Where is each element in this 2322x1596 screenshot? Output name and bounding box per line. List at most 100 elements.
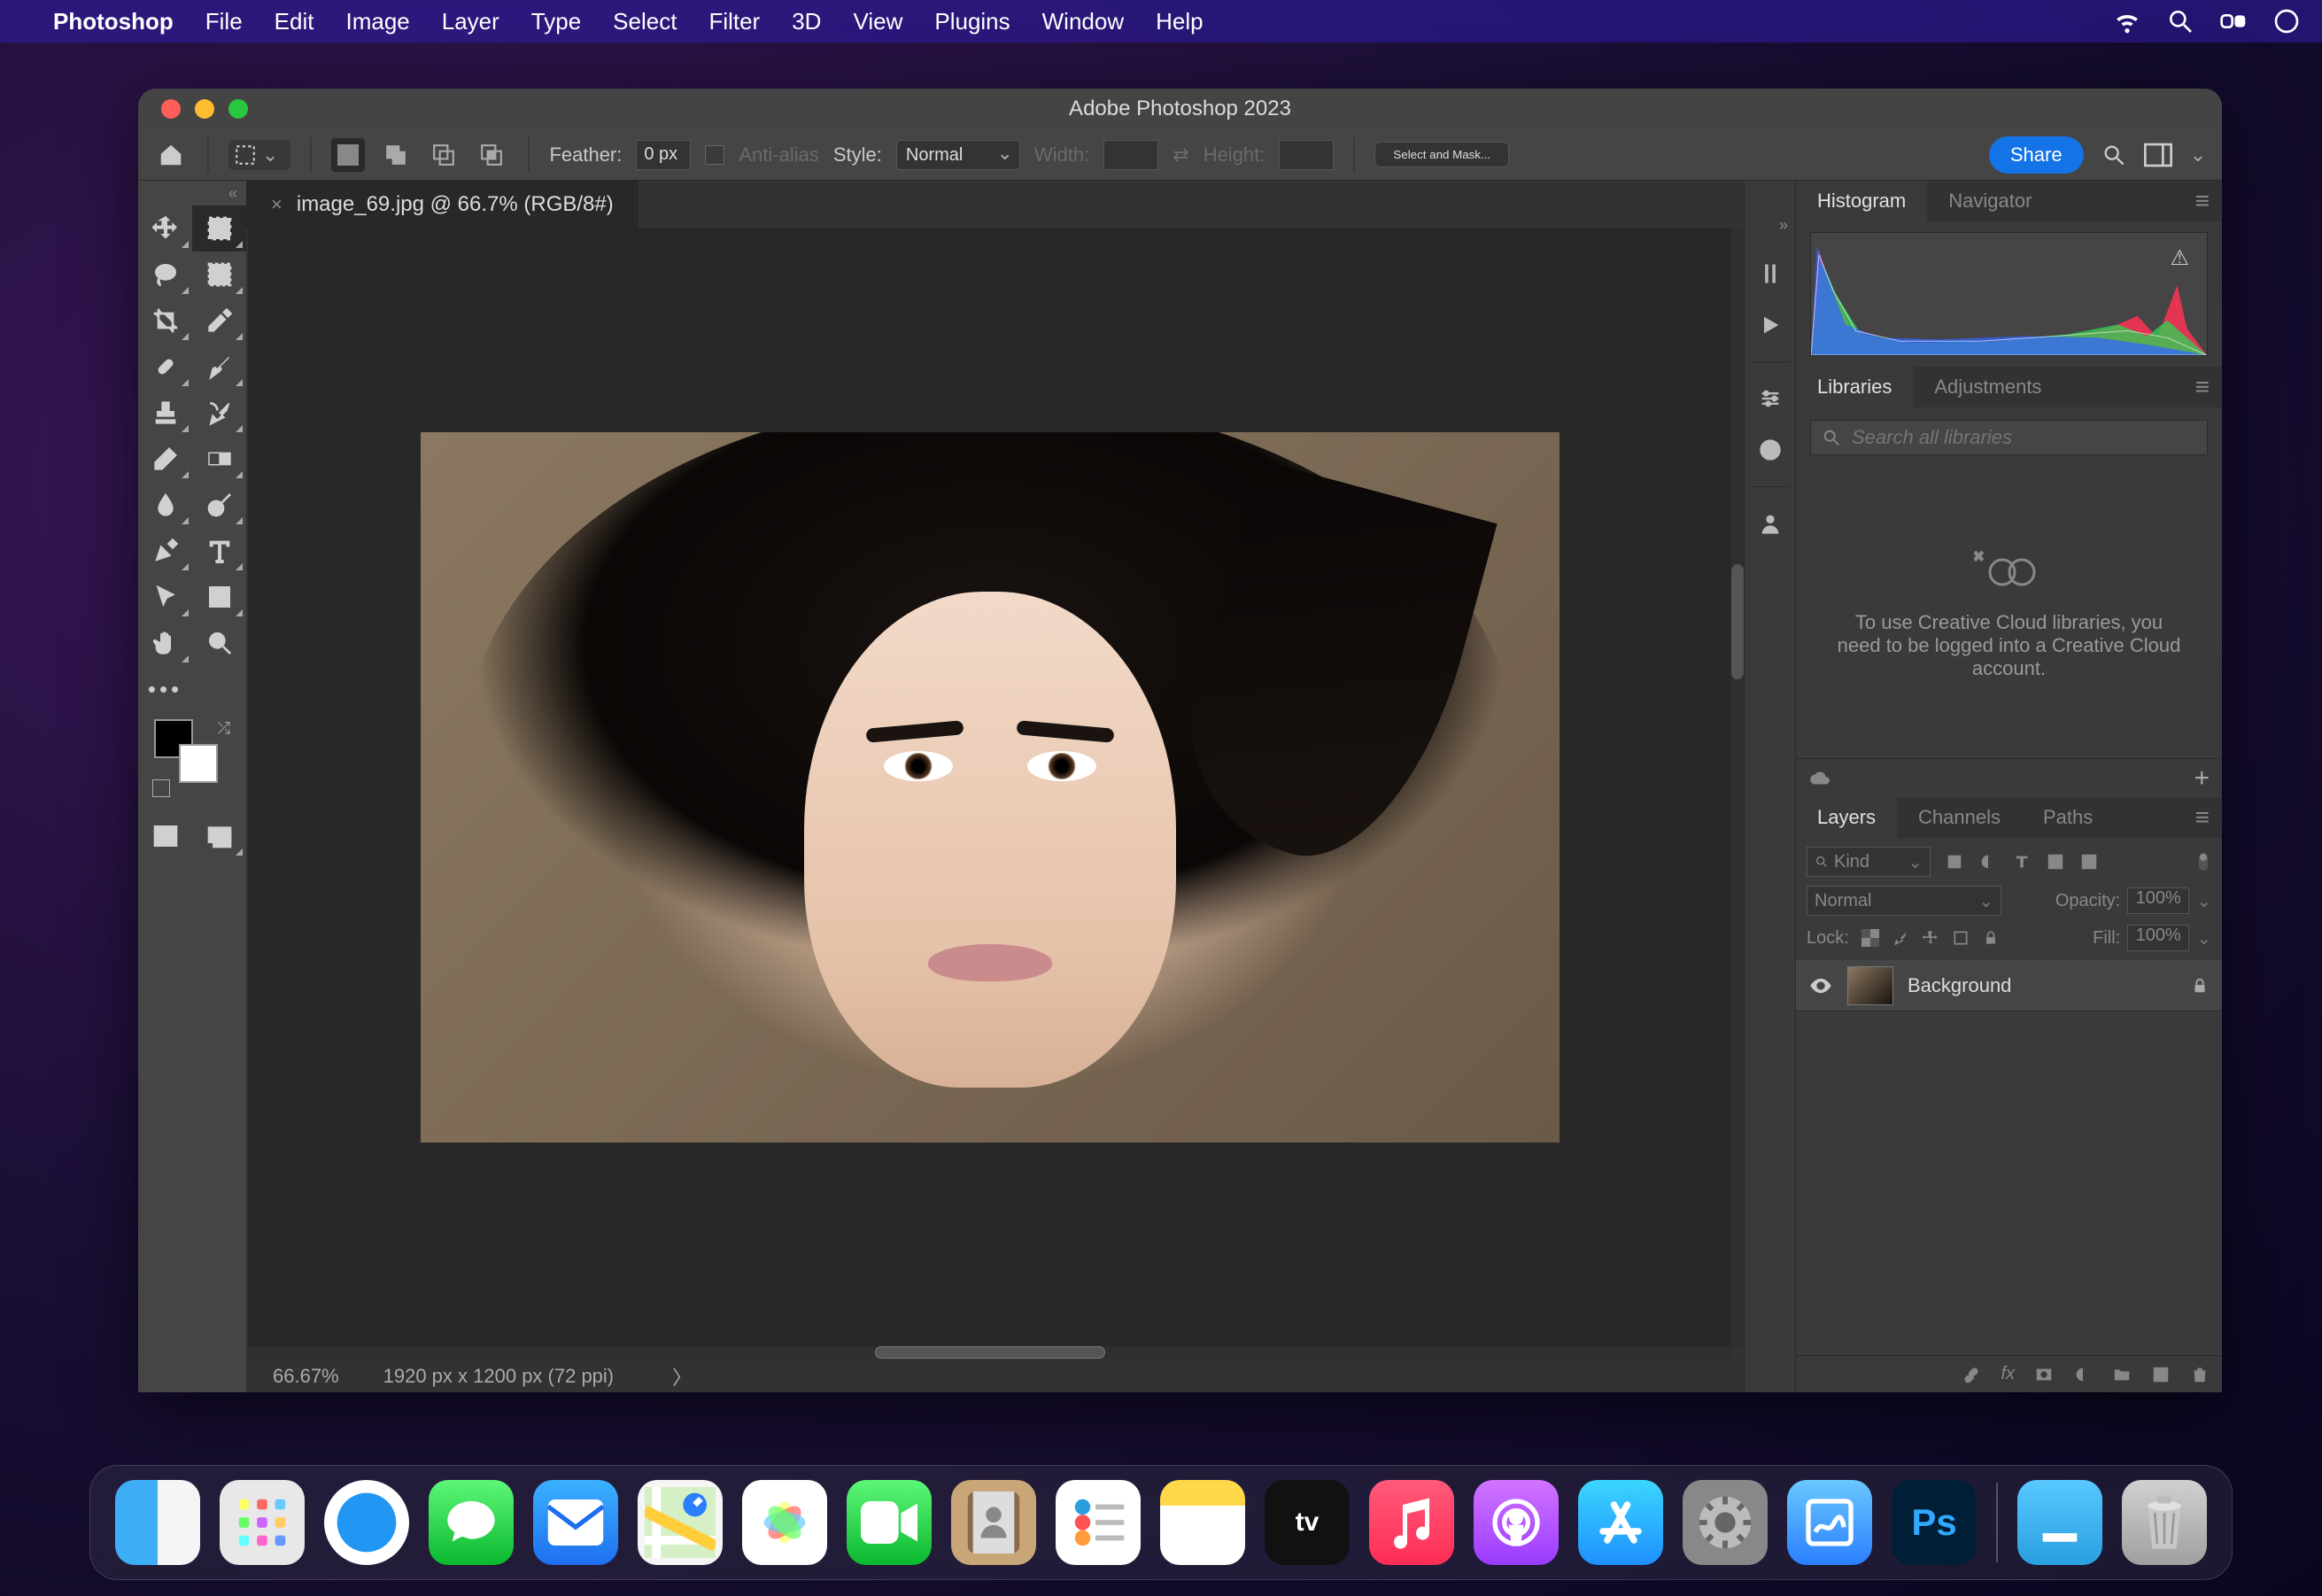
wifi-icon[interactable]: [2113, 7, 2141, 35]
crop-tool[interactable]: [138, 298, 192, 344]
shape-tool[interactable]: [192, 574, 246, 620]
menu-3d[interactable]: 3D: [792, 8, 821, 35]
properties-panel-icon[interactable]: [1755, 384, 1785, 414]
close-window-button[interactable]: [161, 99, 181, 119]
filter-type-icon[interactable]: [2012, 852, 2032, 872]
eyedropper-tool[interactable]: [192, 298, 246, 344]
dock-reminders[interactable]: [1056, 1480, 1141, 1565]
doc-info[interactable]: 1920 px x 1200 px (72 ppi): [383, 1365, 615, 1388]
home-button[interactable]: [154, 138, 188, 172]
filter-smart-icon[interactable]: [2079, 852, 2099, 872]
filter-adjust-icon[interactable]: [1978, 852, 1998, 872]
color-panel-icon[interactable]: [1755, 259, 1785, 289]
screen-mode-tool[interactable]: [192, 813, 246, 859]
hand-tool[interactable]: [138, 620, 192, 666]
dock-contacts[interactable]: [951, 1480, 1036, 1565]
zoom-level[interactable]: 66.67%: [273, 1365, 339, 1388]
menu-filter[interactable]: Filter: [708, 8, 760, 35]
tab-channels[interactable]: Channels: [1897, 797, 2022, 838]
menu-type[interactable]: Type: [531, 8, 581, 35]
lock-pixels-icon[interactable]: [1892, 929, 1909, 947]
actions-panel-icon[interactable]: [1755, 310, 1785, 340]
visibility-icon[interactable]: [1808, 973, 1833, 998]
dock-messages[interactable]: [429, 1480, 514, 1565]
menu-help[interactable]: Help: [1156, 8, 1203, 35]
new-layer-icon[interactable]: [2151, 1365, 2171, 1384]
menu-layer[interactable]: Layer: [442, 8, 499, 35]
menu-plugins[interactable]: Plugins: [934, 8, 1010, 35]
color-swatches[interactable]: ⤮: [149, 719, 236, 801]
stamp-tool[interactable]: [138, 390, 192, 436]
opacity-value[interactable]: 100%: [2127, 887, 2189, 914]
spotlight-icon[interactable]: [2166, 7, 2194, 35]
feather-input[interactable]: [636, 140, 691, 170]
maximize-window-button[interactable]: [228, 99, 248, 119]
lock-transparency-icon[interactable]: [1861, 929, 1879, 947]
minimize-window-button[interactable]: [195, 99, 214, 119]
window-titlebar[interactable]: Adobe Photoshop 2023: [138, 89, 2222, 129]
group-layers-icon[interactable]: [2112, 1365, 2132, 1384]
dock-freeform[interactable]: [1787, 1480, 1872, 1565]
tab-histogram[interactable]: Histogram: [1796, 181, 1927, 221]
style-select[interactable]: Normal: [896, 140, 1020, 170]
v-scrollbar-track[interactable]: [1731, 229, 1744, 1346]
siri-icon[interactable]: [2272, 7, 2301, 35]
canvas[interactable]: [248, 229, 1731, 1346]
dock-safari[interactable]: [324, 1480, 409, 1565]
adjustment-layer-icon[interactable]: [2073, 1365, 2093, 1384]
edit-toolbar[interactable]: •••: [138, 666, 192, 712]
tab-libraries[interactable]: Libraries: [1796, 367, 1913, 407]
path-select-tool[interactable]: [138, 574, 192, 620]
history-brush-tool[interactable]: [192, 390, 246, 436]
dock-finder[interactable]: [115, 1480, 200, 1565]
h-scrollbar[interactable]: [248, 1346, 1731, 1359]
filter-toggle-icon[interactable]: [2195, 851, 2211, 872]
dock-downloads[interactable]: [2017, 1480, 2102, 1565]
layer-filter-kind[interactable]: Kind ⌄: [1807, 847, 1931, 877]
eraser-tool[interactable]: [138, 436, 192, 482]
dock-mail[interactable]: [533, 1480, 618, 1565]
tab-paths[interactable]: Paths: [2022, 797, 2114, 838]
zoom-tool[interactable]: [192, 620, 246, 666]
select-and-mask-button[interactable]: Select and Mask...: [1374, 142, 1509, 167]
subtract-selection-icon[interactable]: [427, 138, 461, 172]
cloud-sync-icon[interactable]: [1808, 769, 1831, 788]
control-center-icon[interactable]: [2219, 7, 2248, 35]
brush-tool[interactable]: [192, 344, 246, 390]
share-button[interactable]: Share: [1989, 136, 2084, 174]
marquee-tool[interactable]: [192, 205, 246, 252]
link-layers-icon[interactable]: [1962, 1365, 1981, 1384]
status-more-icon[interactable]: 〉: [672, 1362, 692, 1391]
libraries-panel-menu-icon[interactable]: ≡: [2183, 373, 2222, 401]
layer-name[interactable]: Background: [1908, 974, 2176, 997]
tab-navigator[interactable]: Navigator: [1927, 181, 2053, 221]
search-icon[interactable]: [2101, 143, 2126, 167]
layer-thumbnail[interactable]: [1847, 966, 1893, 1005]
toolbar-collapse-icon[interactable]: «: [138, 184, 246, 205]
blur-tool[interactable]: [138, 482, 192, 528]
dock-settings[interactable]: [1683, 1480, 1768, 1565]
type-tool[interactable]: [192, 528, 246, 574]
close-tab-icon[interactable]: ×: [271, 193, 283, 216]
dock-facetime[interactable]: [847, 1480, 932, 1565]
mini-expand-icon[interactable]: »: [1779, 216, 1795, 237]
layers-panel-menu-icon[interactable]: ≡: [2183, 803, 2222, 832]
menu-window[interactable]: Window: [1042, 8, 1124, 35]
h-scrollbar-thumb[interactable]: [875, 1346, 1105, 1359]
menu-select[interactable]: Select: [613, 8, 677, 35]
move-tool[interactable]: [138, 205, 192, 252]
filter-pixel-icon[interactable]: [1945, 852, 1964, 872]
dock-launchpad[interactable]: [220, 1480, 305, 1565]
lock-all-icon[interactable]: [1982, 929, 2000, 947]
intersect-selection-icon[interactable]: [475, 138, 508, 172]
pen-tool[interactable]: [138, 528, 192, 574]
swap-colors-icon[interactable]: ⤮: [218, 719, 230, 738]
dock-photos[interactable]: [742, 1480, 827, 1565]
lock-position-icon[interactable]: [1922, 929, 1939, 947]
new-selection-icon[interactable]: [331, 138, 365, 172]
menu-image[interactable]: Image: [345, 8, 409, 35]
add-selection-icon[interactable]: [379, 138, 413, 172]
v-scrollbar-thumb[interactable]: [1731, 564, 1744, 679]
lasso-tool[interactable]: [138, 252, 192, 298]
gradient-tool[interactable]: [192, 436, 246, 482]
